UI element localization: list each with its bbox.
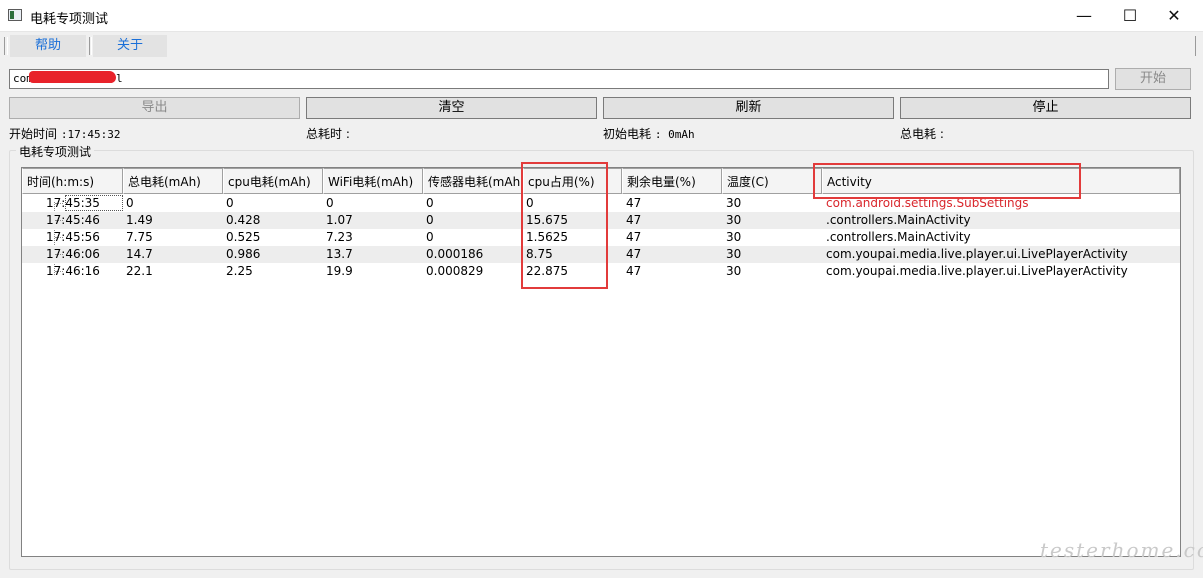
column-header-time[interactable]: 时间(h:m:s) [22, 168, 123, 194]
cell-temperature: 30 [726, 230, 742, 244]
cell-cpu-power: 0 [226, 196, 234, 210]
column-header-temperature[interactable]: 温度(C) [722, 168, 822, 194]
column-header-battery-remaining[interactable]: 剩余电量(%) [622, 168, 722, 194]
minimize-button[interactable]: — [1061, 0, 1107, 32]
cell-total-power: 1.49 [126, 213, 153, 227]
title-bar: 电耗专项测试 — ☐ ✕ [0, 0, 1203, 32]
cell-wifi-power: 13.7 [326, 247, 353, 261]
export-button[interactable]: 导出 [9, 97, 300, 119]
start-time-label: 开始时间 [9, 127, 58, 141]
highlight-box-cpu-usage [521, 162, 608, 289]
menu-end-grip [1195, 36, 1197, 56]
group-box-label: 电耗专项测试 [16, 143, 95, 160]
cell-battery: 47 [626, 247, 642, 261]
cell-sensor-power: 0.000829 [426, 264, 484, 278]
cell-wifi-power: 7.23 [326, 230, 353, 244]
cell-cpu-power: 2.25 [226, 264, 253, 278]
clear-button[interactable]: 清空 [306, 97, 597, 119]
redaction-mark [29, 71, 116, 83]
cell-sensor-power: 0.000186 [426, 247, 484, 261]
start-button[interactable]: 开始 [1115, 68, 1191, 90]
cell-activity: .controllers.MainActivity [826, 230, 971, 244]
initial-power-label: 初始电耗 [603, 127, 652, 141]
toolbar-grip[interactable] [4, 37, 8, 55]
cell-wifi-power: 0 [326, 196, 334, 210]
cell-activity: .controllers.MainActivity [826, 213, 971, 227]
cell-wifi-power: 19.9 [326, 264, 353, 278]
initial-power-stat: 初始电耗 : 0mAh [603, 125, 695, 142]
column-header-total-power[interactable]: 总电耗(mAh) [123, 168, 223, 194]
column-header-wifi-power[interactable]: WiFi电耗(mAh) [323, 168, 423, 194]
initial-power-value: : 0mAh [654, 128, 695, 141]
start-time-value: :17:45:32 [60, 128, 121, 141]
cell-battery: 47 [626, 213, 642, 227]
close-button[interactable]: ✕ [1151, 0, 1197, 32]
watermark: testerhome.com [1040, 538, 1203, 562]
cell-time: 17:45:46 [46, 213, 100, 227]
menu-bar [0, 32, 1203, 60]
cell-cpu-power: 0.986 [226, 247, 261, 261]
column-header-sensor-power[interactable]: 传感器电耗(mAh) [423, 168, 523, 194]
cell-battery: 47 [626, 230, 642, 244]
cell-sensor-power: 0 [426, 230, 434, 244]
cell-temperature: 30 [726, 247, 742, 261]
cell-temperature: 30 [726, 264, 742, 278]
cell-wifi-power: 1.07 [326, 213, 353, 227]
cell-temperature: 30 [726, 213, 742, 227]
cell-cpu-power: 0.428 [226, 213, 261, 227]
cell-battery: 47 [626, 196, 642, 210]
total-power-stat: 总电耗 : [900, 127, 944, 141]
cell-total-power: 7.75 [126, 230, 153, 244]
package-input[interactable]: com l [9, 69, 1109, 89]
cell-activity: com.youpai.media.live.player.ui.LivePlay… [826, 264, 1128, 278]
cell-time: 17:46:06 [46, 247, 100, 261]
cell-sensor-power: 0 [426, 213, 434, 227]
start-time-stat: 开始时间 :17:45:32 [9, 125, 120, 142]
cell-time: 17:45:56 [46, 230, 100, 244]
maximize-button[interactable]: ☐ [1107, 0, 1153, 32]
stop-button[interactable]: 停止 [900, 97, 1191, 119]
total-time-stat: 总耗时 : [306, 127, 350, 141]
cell-activity: com.youpai.media.live.player.ui.LivePlay… [826, 247, 1128, 261]
menu-help[interactable]: 帮助 [10, 35, 86, 57]
cell-cpu-power: 0.525 [226, 230, 261, 244]
cell-total-power: 22.1 [126, 264, 153, 278]
menu-about[interactable]: 关于 [93, 35, 167, 57]
cell-time: 17:46:16 [46, 264, 100, 278]
window-title: 电耗专项测试 [30, 12, 109, 27]
cell-total-power: 14.7 [126, 247, 153, 261]
cell-total-power: 0 [126, 196, 134, 210]
focus-rect [65, 195, 123, 211]
menu-separator [89, 37, 92, 55]
column-header-cpu-power[interactable]: cpu电耗(mAh) [223, 168, 323, 194]
cell-temperature: 30 [726, 196, 742, 210]
app-icon [8, 9, 22, 21]
cell-battery: 47 [626, 264, 642, 278]
refresh-button[interactable]: 刷新 [603, 97, 894, 119]
cell-sensor-power: 0 [426, 196, 434, 210]
highlight-box-activity [813, 163, 1081, 199]
package-input-tail: l [116, 72, 123, 85]
